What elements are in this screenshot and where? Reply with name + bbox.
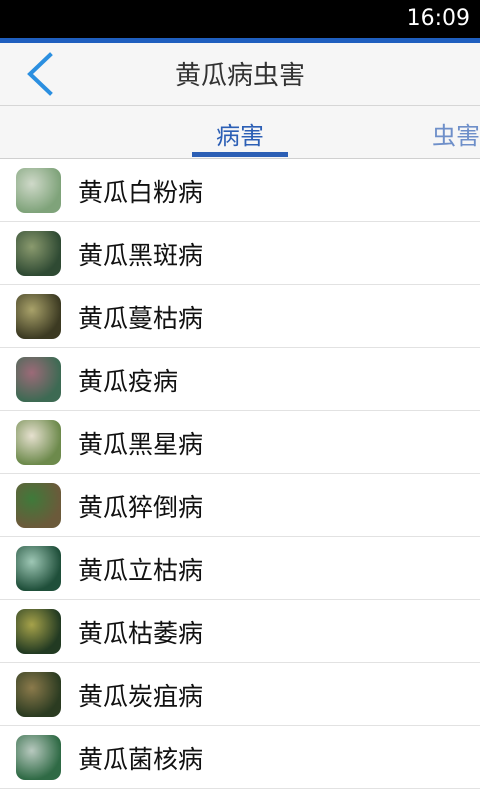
list-item-label: 黄瓜枯萎病 (78, 619, 204, 648)
list-item[interactable]: 黄瓜枯萎病 (0, 600, 480, 663)
list-item-label: 黄瓜白粉病 (78, 178, 204, 207)
disease-thumbnail (16, 420, 61, 465)
app-header: 黄瓜病虫害 (0, 43, 480, 106)
list-item-label: 黄瓜黑星病 (78, 430, 204, 459)
list-item[interactable]: 黄瓜疫病 (0, 348, 480, 411)
list-item-label: 黄瓜疫病 (78, 367, 179, 396)
list-item-label: 黄瓜猝倒病 (78, 493, 204, 522)
page-title: 黄瓜病虫害 (174, 61, 305, 91)
list-item[interactable]: 黄瓜蔓枯病 (0, 285, 480, 348)
list-item-label: 黄瓜黑斑病 (78, 241, 204, 270)
list-item[interactable]: 黄瓜炭疽病 (0, 663, 480, 726)
status-bar: 16:09 (0, 0, 480, 38)
disease-thumbnail (16, 672, 61, 717)
disease-thumbnail (16, 168, 61, 213)
disease-thumbnail (16, 231, 61, 276)
disease-thumbnail (16, 546, 61, 591)
disease-thumbnail (16, 357, 61, 402)
list-item-label: 黄瓜炭疽病 (78, 682, 204, 711)
disease-thumbnail (16, 294, 61, 339)
disease-thumbnail (16, 735, 61, 780)
tab-diseases[interactable]: 病害 (192, 116, 288, 151)
disease-thumbnail (16, 609, 61, 654)
list-item[interactable]: 黄瓜白粉病 (0, 159, 480, 222)
list-item[interactable]: 黄瓜猝倒病 (0, 474, 480, 537)
list-item[interactable]: 黄瓜黑星病 (0, 411, 480, 474)
status-time: 16:09 (406, 6, 470, 31)
list-item[interactable]: 黄瓜菌核病 (0, 726, 480, 789)
active-tab-indicator (192, 152, 288, 157)
list-item-label: 黄瓜立枯病 (78, 556, 204, 585)
list-item[interactable]: 黄瓜黑斑病 (0, 222, 480, 285)
list-item-label: 黄瓜菌核病 (78, 745, 204, 774)
list-item-label: 黄瓜蔓枯病 (78, 304, 204, 333)
disease-list: 黄瓜白粉病 黄瓜黑斑病 黄瓜蔓枯病 黄瓜疫病 黄瓜黑星病 黄瓜猝倒病 黄瓜立枯病… (0, 159, 480, 789)
tab-bar: 病害 虫害 (0, 106, 480, 159)
tab-pests[interactable]: 虫害 (432, 116, 480, 151)
list-item[interactable]: 黄瓜立枯病 (0, 537, 480, 600)
disease-thumbnail (16, 483, 61, 528)
